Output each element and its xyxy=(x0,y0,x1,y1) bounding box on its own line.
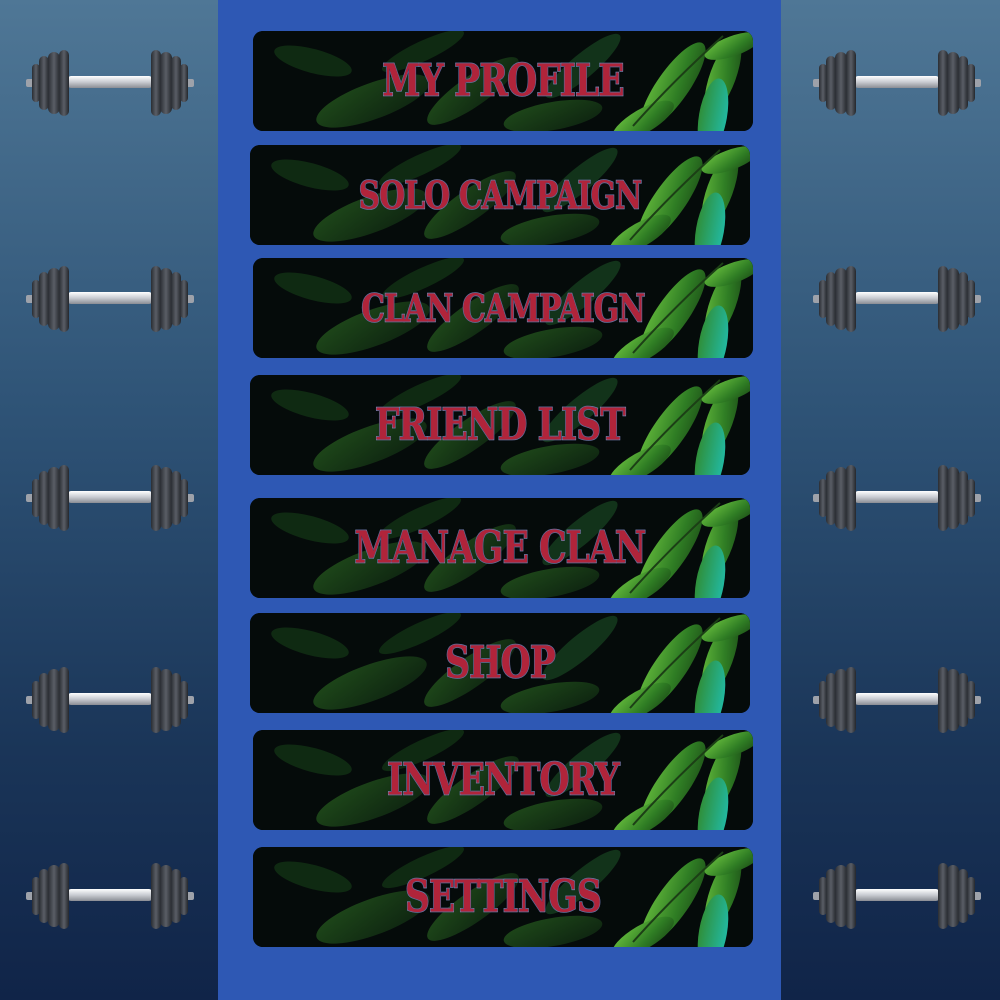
settings-label: SETTINGS xyxy=(404,871,602,924)
friend-list-label: FRIEND LIST xyxy=(374,399,626,452)
dumbbell-icon xyxy=(811,262,983,336)
dumbbell-icon xyxy=(811,859,983,933)
my-profile-label: MY PROFILE xyxy=(382,55,626,108)
dumbbell-icon xyxy=(24,46,196,120)
shop-label: SHOP xyxy=(444,637,556,690)
left-decoration-column xyxy=(0,0,218,1000)
settings-button[interactable]: SETTINGS xyxy=(253,847,753,947)
dumbbell-icon xyxy=(24,262,196,336)
dumbbell-icon xyxy=(24,663,196,737)
dumbbell-icon xyxy=(811,46,983,120)
dumbbell-icon xyxy=(811,663,983,737)
clan-campaign-label: CLAN CAMPAIGN xyxy=(361,285,647,332)
inventory-button[interactable]: INVENTORY xyxy=(253,730,753,830)
clan-campaign-button[interactable]: CLAN CAMPAIGN xyxy=(253,258,753,358)
dumbbell-icon xyxy=(24,461,196,535)
solo-campaign-button[interactable]: SOLO CAMPAIGN xyxy=(250,145,750,245)
right-decoration-column xyxy=(781,0,999,1000)
solo-campaign-label: SOLO CAMPAIGN xyxy=(358,172,643,219)
dumbbell-icon xyxy=(24,859,196,933)
dumbbell-icon xyxy=(811,461,983,535)
my-profile-button[interactable]: MY PROFILE xyxy=(253,31,753,131)
main-menu-panel: MY PROFILE SOLO CAMPAIGN CLAN CAMPAIGN F… xyxy=(218,0,781,1000)
manage-clan-label: MANAGE CLAN xyxy=(354,522,647,575)
friend-list-button[interactable]: FRIEND LIST xyxy=(250,375,750,475)
shop-button[interactable]: SHOP xyxy=(250,613,750,713)
manage-clan-button[interactable]: MANAGE CLAN xyxy=(250,498,750,598)
inventory-label: INVENTORY xyxy=(386,754,620,807)
